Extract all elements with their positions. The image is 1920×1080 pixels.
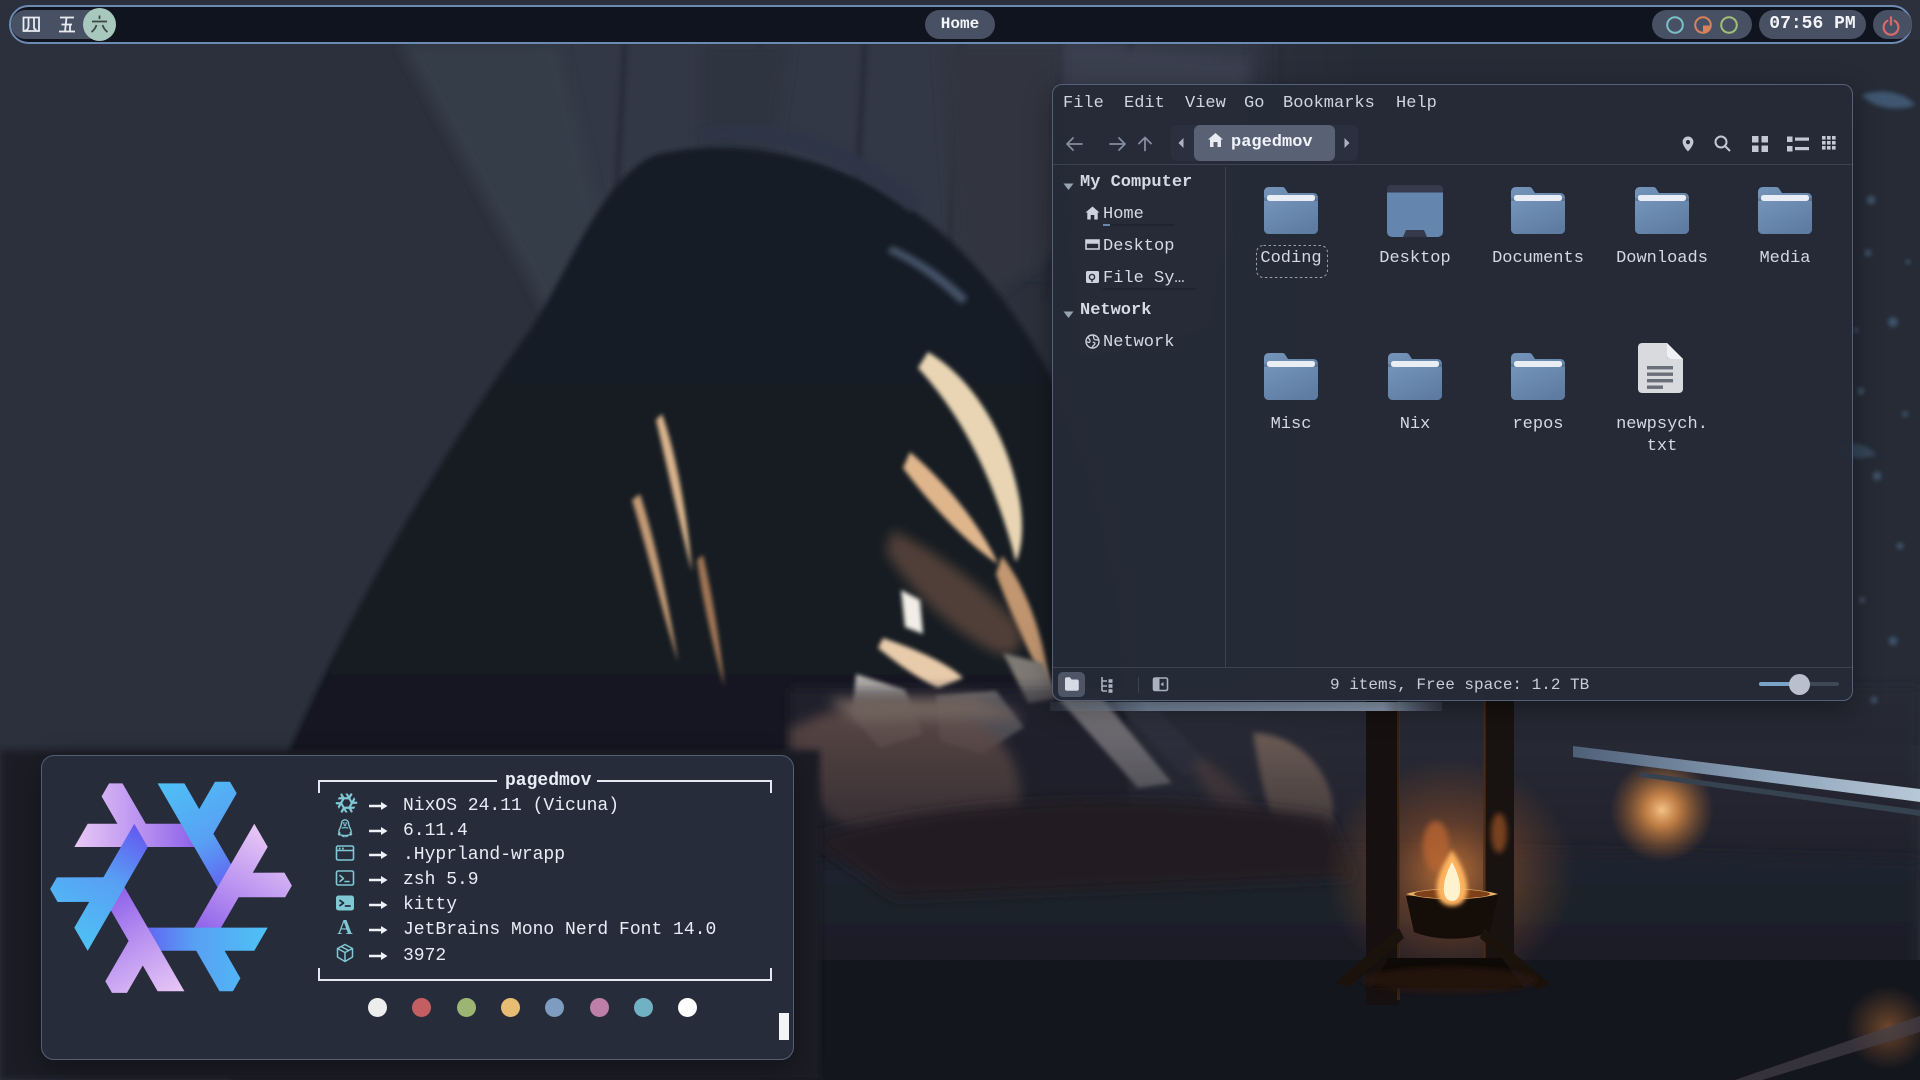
svg-text:A: A [337,918,353,937]
